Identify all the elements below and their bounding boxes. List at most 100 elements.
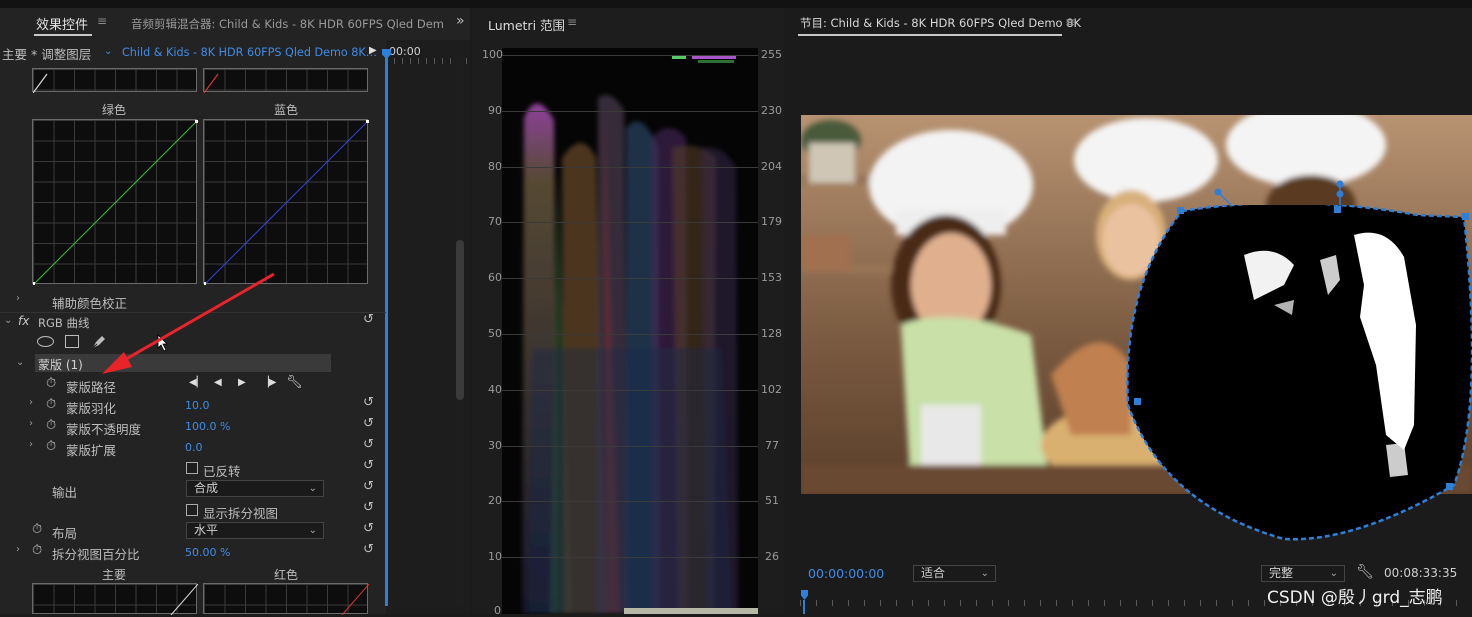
settings-wrench-icon[interactable]: 🔧︎ <box>1356 564 1374 580</box>
mask-path[interactable] <box>1124 205 1472 541</box>
program-playhead[interactable] <box>803 600 805 614</box>
scope-tick-left: 100 <box>482 48 503 61</box>
expand-arrow-icon[interactable]: › <box>29 439 33 450</box>
program-timecode[interactable]: 00:00:00:00 <box>808 566 884 581</box>
wrench-icon[interactable]: 🔧︎ <box>286 375 303 390</box>
red-curve-graph[interactable] <box>203 583 369 615</box>
ellipse-mask-icon[interactable] <box>37 336 54 347</box>
feather-value[interactable]: 10.0 <box>185 399 210 412</box>
reset-icon[interactable]: ↺ <box>363 542 374 557</box>
tab-effect-controls[interactable]: 效果控件 <box>36 14 88 33</box>
curve-graph-partial[interactable] <box>32 68 197 93</box>
collapse-arrow-icon[interactable]: ⌄ <box>16 357 24 368</box>
blue-curve-graph[interactable] <box>203 119 369 285</box>
stopwatch-icon[interactable]: ⏱ <box>46 376 56 391</box>
stopwatch-icon[interactable]: ⏱ <box>32 522 42 537</box>
scope-tick-left: 40 <box>488 383 502 396</box>
effect-name: RGB 曲线 <box>38 316 90 330</box>
scope-tick-right: 204 <box>761 160 782 173</box>
playback-resolution-dropdown[interactable]: 完整 ⌄ <box>1261 565 1345 582</box>
scrollbar-thumb[interactable] <box>456 240 464 400</box>
red-curve-label: 红色 <box>274 568 299 582</box>
scope-tick-right: 51 <box>765 494 779 507</box>
scope-tick-left: 80 <box>488 160 502 173</box>
scope-tick-left: 70 <box>488 215 502 228</box>
expand-arrow-icon[interactable]: › <box>16 544 20 555</box>
chevron-down-icon: ⌄ <box>308 483 317 494</box>
fx-toggle[interactable]: fx <box>18 314 29 328</box>
chevron-down-icon[interactable]: ⌄ <box>104 46 112 57</box>
waveform-scope <box>502 48 758 614</box>
reset-icon[interactable]: ↺ <box>363 479 374 494</box>
track-back-frame-icon[interactable]: ◀ <box>214 377 222 388</box>
lumetri-scopes-panel: Lumetri 范围 ≡ <box>472 8 784 614</box>
mask-label[interactable]: 蒙版 (1) <box>38 356 83 373</box>
rectangle-mask-icon[interactable] <box>65 335 79 348</box>
scope-tick-left: 50 <box>488 327 502 340</box>
panel-overflow-icon[interactable]: » <box>456 13 465 29</box>
waveform-trace <box>522 55 758 614</box>
green-curve-graph[interactable] <box>32 119 198 285</box>
panel-menu-icon[interactable]: ≡ <box>1065 15 1075 29</box>
playhead[interactable] <box>385 50 388 606</box>
panel-menu-icon[interactable]: ≡ <box>97 14 107 28</box>
chevron-down-icon: ⌄ <box>308 525 317 536</box>
track-backward-icon[interactable]: ◀▏ <box>189 377 204 388</box>
watermark: CSDN @殷丿grd_志鹏 <box>1267 588 1443 608</box>
mask-handles[interactable] <box>1212 180 1352 212</box>
active-tab-underline <box>34 34 92 36</box>
stopwatch-icon[interactable]: ⏱ <box>46 439 56 454</box>
split-percent-label: 拆分视图百分比 <box>52 547 140 562</box>
reset-icon[interactable]: ↺ <box>363 416 374 431</box>
track-forward-icon[interactable]: ▕▶ <box>261 377 276 388</box>
expansion-value[interactable]: 0.0 <box>185 441 203 454</box>
output-dropdown[interactable]: 合成 ⌄ <box>186 480 324 497</box>
scope-tick-right: 26 <box>765 550 779 563</box>
tab-program-monitor[interactable]: 节目: Child & Kids - 8K HDR 60FPS Qled Dem… <box>800 15 1081 31</box>
grid-line <box>502 55 758 56</box>
expand-arrow-icon[interactable]: › <box>16 293 20 304</box>
chevron-down-icon: ⌄ <box>1329 568 1338 579</box>
reset-icon[interactable]: ↺ <box>363 458 374 473</box>
grid-line <box>502 222 758 223</box>
clip-selector[interactable]: Child & Kids - 8K HDR 60FPS Qled Demo 8K… <box>122 46 377 59</box>
reset-icon[interactable]: ↺ <box>363 521 374 536</box>
green-curve-line <box>33 120 198 285</box>
expand-arrow-icon[interactable]: › <box>29 397 33 408</box>
track-forward-frame-icon[interactable]: ▶ <box>238 377 246 388</box>
play-triangle-icon[interactable]: ▶ <box>369 45 377 56</box>
reset-icon[interactable]: ↺ <box>363 437 374 452</box>
stopwatch-icon[interactable]: ⏱ <box>32 543 42 558</box>
tab-audio-clip-mixer[interactable]: 音频剪辑混合器: Child & Kids - 8K HDR 60FPS Qle… <box>131 16 444 32</box>
quality-value: 完整 <box>1269 566 1294 580</box>
stopwatch-icon[interactable]: ⏱ <box>46 418 56 433</box>
tab-lumetri-scopes[interactable]: Lumetri 范围 <box>488 15 565 34</box>
scope-tick-left: 0 <box>494 604 501 617</box>
collapse-arrow-icon[interactable]: ⌄ <box>4 315 12 326</box>
zoom-fit-dropdown[interactable]: 适合 ⌄ <box>913 565 996 582</box>
inverted-checkbox[interactable] <box>186 462 198 474</box>
stopwatch-icon[interactable]: ⏱ <box>46 397 56 412</box>
blue-curve-line <box>204 120 369 285</box>
red-curve-line <box>341 584 369 615</box>
reset-icon[interactable]: ↺ <box>363 312 374 327</box>
split-percent-value[interactable]: 50.00 % <box>185 546 230 559</box>
layout-dropdown[interactable]: 水平 ⌄ <box>186 522 324 539</box>
reset-icon[interactable]: ↺ <box>363 395 374 410</box>
grid-line <box>502 167 758 168</box>
panel-menu-icon[interactable]: ≡ <box>567 15 577 29</box>
output-label: 输出 <box>52 485 78 500</box>
curve-graph-partial[interactable] <box>203 68 368 93</box>
expand-arrow-icon[interactable]: › <box>29 418 33 429</box>
reset-icon[interactable]: ↺ <box>363 500 374 515</box>
grid-line <box>502 446 758 447</box>
fit-value: 适合 <box>921 566 946 580</box>
scope-tick-right: 102 <box>761 383 782 396</box>
master-clip-label[interactable]: 主要 * 调整图层 <box>2 44 91 63</box>
master-curve-graph[interactable] <box>32 583 198 615</box>
scope-tick-right: 255 <box>761 48 782 61</box>
opacity-value[interactable]: 100.0 % <box>185 420 230 433</box>
split-view-checkbox[interactable] <box>186 504 198 516</box>
scope-tick-right: 77 <box>765 439 779 452</box>
grid-line <box>502 557 758 558</box>
